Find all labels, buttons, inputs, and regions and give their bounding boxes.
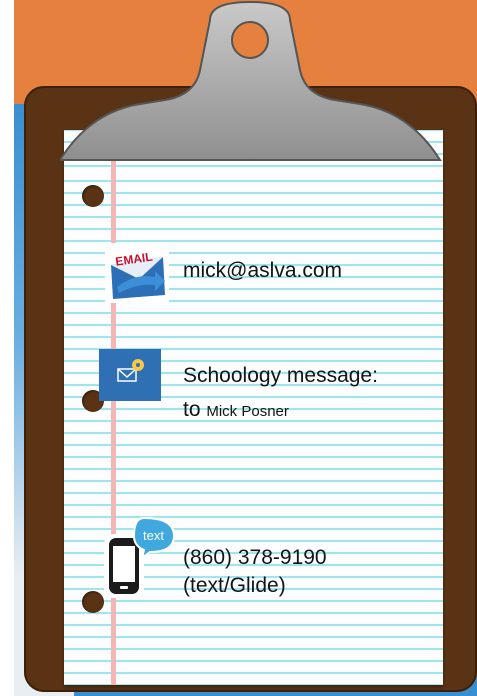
phone-text-icon: text — [100, 514, 178, 600]
paper-margin-line — [111, 130, 116, 685]
svg-text:text: text — [143, 528, 164, 543]
schoology-mail-icon — [99, 349, 161, 401]
schoology-recipient-name[interactable]: Mick Posner — [206, 403, 289, 420]
email-address[interactable]: mick@aslva.com — [183, 258, 342, 283]
clipboard-clip — [60, 0, 442, 161]
phone-number[interactable]: (860) 378-9190 — [183, 545, 327, 570]
email-envelope-icon: EMAIL — [105, 243, 169, 303]
schoology-recipient-prefix: to — [183, 398, 207, 421]
schoology-recipient: to Mick Posner — [183, 397, 289, 424]
paper-hole — [82, 185, 104, 207]
phone-note: (text/Glide) — [183, 574, 286, 597]
schoology-message-label: Schoology message: — [183, 364, 378, 387]
